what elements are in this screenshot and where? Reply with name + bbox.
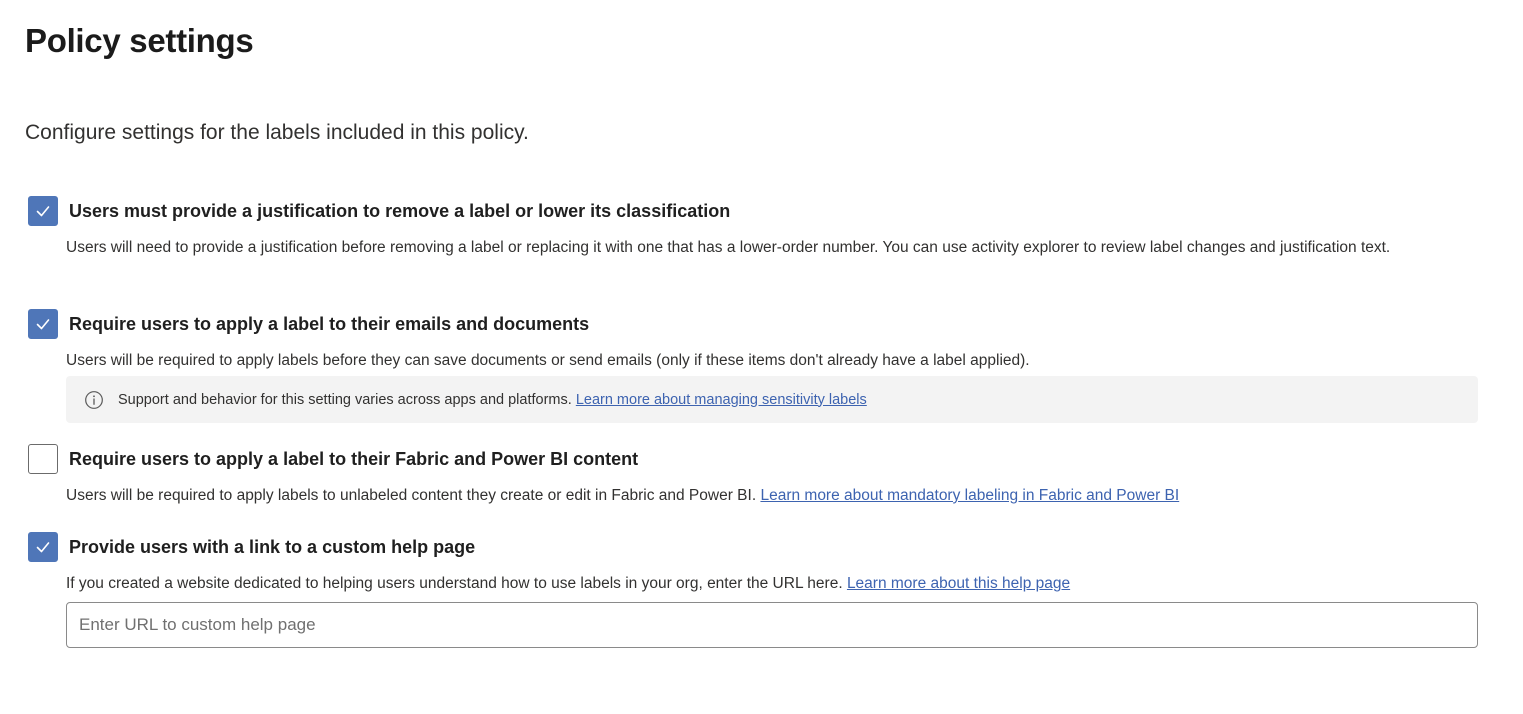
info-message-bar: Support and behavior for this setting va… (66, 376, 1478, 423)
setting-justification-row: Users must provide a justification to re… (28, 196, 1488, 226)
page-subtitle: Configure settings for the labels includ… (25, 121, 529, 144)
justification-description: Users will need to provide a justificati… (66, 239, 1391, 256)
page-title: Policy settings (25, 22, 254, 59)
custom-help-page-label[interactable]: Provide users with a link to a custom he… (69, 537, 475, 558)
justification-checkbox[interactable] (28, 196, 58, 226)
setting-mandatory-labeling-row: Require users to apply a label to their … (28, 309, 1488, 339)
setting-custom-help-page: Provide users with a link to a custom he… (28, 532, 1488, 596)
help-page-learn-more-link[interactable]: Learn more about this help page (847, 575, 1070, 592)
fabric-powerbi-checkbox[interactable] (28, 444, 58, 474)
setting-fabric-powerbi-row: Require users to apply a label to their … (28, 444, 1488, 474)
checkmark-icon (36, 319, 50, 330)
custom-help-url-input[interactable] (66, 602, 1478, 648)
fabric-powerbi-label[interactable]: Require users to apply a label to their … (69, 449, 638, 470)
fabric-powerbi-description: Users will be required to apply labels t… (66, 483, 1466, 508)
setting-fabric-powerbi: Require users to apply a label to their … (28, 444, 1488, 508)
mandatory-labeling-checkbox[interactable] (28, 309, 58, 339)
fabric-powerbi-learn-more-link[interactable]: Learn more about mandatory labeling in F… (760, 487, 1179, 504)
info-circle-icon (84, 390, 104, 410)
mandatory-labeling-label[interactable]: Require users to apply a label to their … (69, 314, 589, 335)
setting-justification: Users must provide a justification to re… (28, 196, 1488, 260)
justification-label[interactable]: Users must provide a justification to re… (69, 201, 730, 222)
setting-mandatory-labeling: Require users to apply a label to their … (28, 309, 1488, 423)
checkmark-icon (36, 542, 50, 553)
info-message-text: Support and behavior for this setting va… (118, 391, 572, 408)
policy-settings-page: Policy settings Configure settings for t… (0, 0, 1523, 714)
custom-help-page-description-text: If you created a website dedicated to he… (66, 575, 843, 592)
fabric-powerbi-description-text: Users will be required to apply labels t… (66, 487, 757, 504)
custom-help-page-checkbox[interactable] (28, 532, 58, 562)
checkmark-icon (36, 206, 50, 217)
custom-help-page-description: If you created a website dedicated to he… (66, 571, 1466, 596)
setting-custom-help-page-row: Provide users with a link to a custom he… (28, 532, 1488, 562)
managing-sensitivity-labels-link[interactable]: Learn more about managing sensitivity la… (576, 392, 867, 408)
mandatory-labeling-description: Users will be required to apply labels b… (66, 352, 1030, 369)
